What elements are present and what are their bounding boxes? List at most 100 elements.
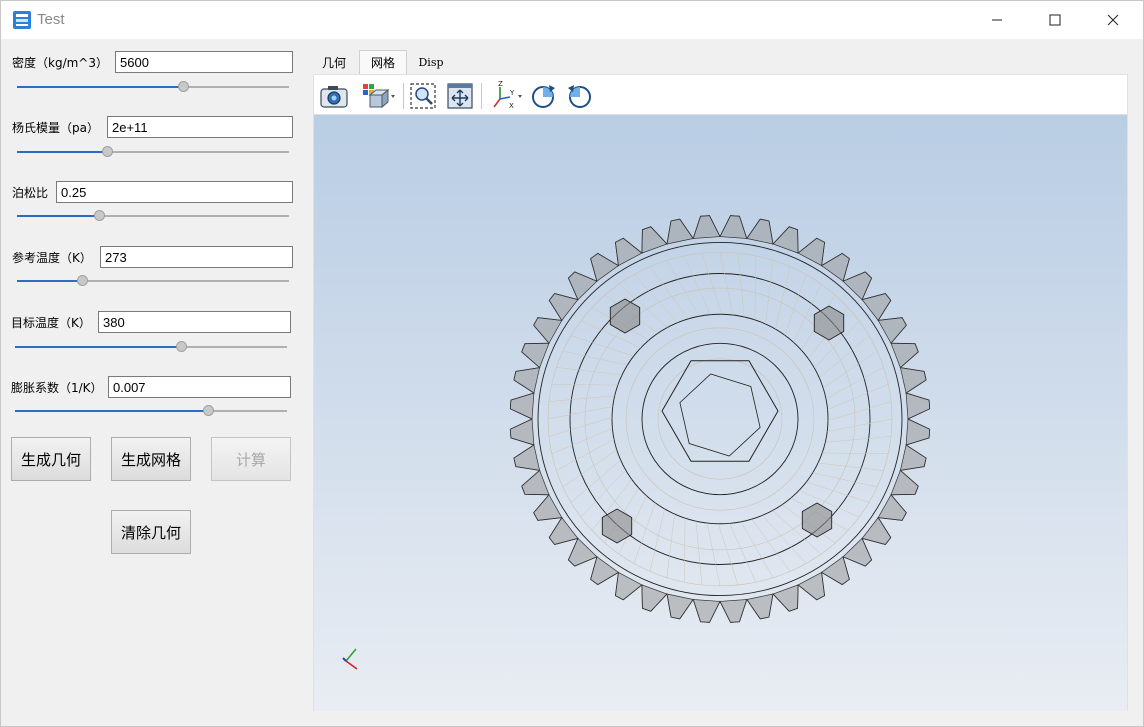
mesh-edge <box>683 518 686 583</box>
maximize-button[interactable] <box>1026 1 1084 39</box>
mesh-edge <box>806 481 870 503</box>
mesh-edge <box>556 438 615 471</box>
bolt-hole <box>813 305 845 341</box>
toolbar-separator <box>481 83 482 109</box>
mesh-edge <box>825 367 884 400</box>
tab-geometry[interactable]: 几何 <box>313 50 355 74</box>
slider-thumb[interactable] <box>203 405 215 416</box>
expansion-coefficient-slider[interactable] <box>15 404 287 418</box>
app-window: Test 密度（kg/m^3） 杨氏模量（pa） 泊松比 参考温度（K） <box>0 0 1144 727</box>
view-cube-button[interactable] <box>360 81 398 111</box>
mesh-edge <box>751 518 791 572</box>
reference-temperature-slider[interactable] <box>17 274 289 288</box>
rotate-ccw-button[interactable] <box>565 81 595 111</box>
mesh-edge <box>817 462 884 471</box>
mesh-edge <box>827 401 892 421</box>
center-bore-inner <box>679 373 761 457</box>
view-cube-icon <box>363 84 395 109</box>
mesh-edge <box>548 395 615 402</box>
axes-orientation-button[interactable]: Z Y X <box>489 81 525 111</box>
clear-geometry-button[interactable]: 清除几何 <box>111 510 191 554</box>
mesh-edge <box>825 436 892 443</box>
slider-thumb[interactable] <box>77 275 89 286</box>
center-bore <box>661 360 779 462</box>
expansion-coefficient-input[interactable] <box>108 376 291 398</box>
mesh-edge <box>548 417 613 437</box>
density-input[interactable] <box>115 51 293 73</box>
target-temperature-input[interactable] <box>98 311 291 333</box>
bolt-hole <box>609 298 641 334</box>
mesh-edge <box>666 513 675 578</box>
fit-all-icon <box>447 83 473 109</box>
minimize-icon <box>992 19 1002 21</box>
minimize-button[interactable] <box>968 1 1026 39</box>
gear-ring <box>611 313 829 525</box>
slider-thumb[interactable] <box>93 210 105 221</box>
rotate-cw-button[interactable] <box>528 81 558 111</box>
mesh-edge <box>784 274 807 336</box>
zoom-box-button[interactable] <box>408 81 438 111</box>
slider-thumb[interactable] <box>101 146 113 157</box>
compute-button[interactable]: 计算 <box>211 437 291 481</box>
target-temperature-label: 目标温度（K） <box>11 316 91 330</box>
mesh-edge <box>551 384 618 386</box>
mesh-edge <box>551 428 613 454</box>
gear-ring <box>537 242 903 596</box>
gear-ring <box>625 327 815 511</box>
rotate-ccw-icon <box>568 85 591 108</box>
youngs-modulus-input[interactable] <box>107 116 293 138</box>
reference-temperature-label: 参考温度（K） <box>12 251 92 265</box>
tab-disp[interactable]: Disp <box>411 50 451 74</box>
mesh-edge <box>695 521 703 585</box>
density-slider[interactable] <box>17 80 289 94</box>
mesh-edge <box>827 418 893 432</box>
gear-ring <box>547 251 893 587</box>
mesh-edge <box>649 266 689 320</box>
youngs-modulus-slider[interactable] <box>17 145 289 159</box>
mesh-edge <box>683 255 711 315</box>
poisson-ratio-slider[interactable] <box>17 209 289 223</box>
gear-tooth <box>567 271 598 301</box>
mesh-edge <box>729 523 757 583</box>
expansion-coefficient-label: 膨胀系数（1/K） <box>11 381 103 395</box>
axes-orientation-icon: Z Y X <box>493 81 522 110</box>
gear-tooth <box>567 537 598 567</box>
close-button[interactable] <box>1084 1 1142 39</box>
screenshot-button[interactable] <box>318 81 350 111</box>
title-bar[interactable]: Test <box>1 1 1143 39</box>
rotate-cw-icon <box>532 85 555 108</box>
tab-mesh[interactable]: 网格 <box>359 50 407 74</box>
mesh-edge <box>765 260 774 325</box>
mesh-edge <box>562 350 628 366</box>
mesh-edge <box>823 350 878 389</box>
mesh-edge <box>737 253 745 317</box>
mesh-edge <box>547 406 613 420</box>
svg-text:X: X <box>509 102 514 110</box>
fit-all-button[interactable] <box>445 81 475 111</box>
slider-thumb[interactable] <box>177 81 189 92</box>
close-icon <box>1107 14 1119 26</box>
zoom-box-icon <box>410 83 436 109</box>
mesh-edge <box>562 449 617 488</box>
generate-mesh-button[interactable]: 生成网格 <box>111 437 191 481</box>
mesh-viewport[interactable] <box>313 115 1128 711</box>
target-temperature-slider[interactable] <box>15 340 287 354</box>
density-label: 密度（kg/m^3） <box>12 56 108 70</box>
gear-ring <box>641 342 799 496</box>
bolt-hole <box>801 502 833 538</box>
mesh-edge <box>701 253 722 315</box>
axes-triad-icon <box>342 648 358 670</box>
generate-geometry-button[interactable]: 生成几何 <box>11 437 91 481</box>
slider-thumb[interactable] <box>175 341 187 352</box>
gear-tooth <box>842 271 873 301</box>
mesh-edge <box>775 266 791 330</box>
gear-mesh-model <box>342 215 931 670</box>
reference-temperature-input[interactable] <box>100 246 293 268</box>
poisson-ratio-input[interactable] <box>56 181 293 203</box>
svg-text:Z: Z <box>498 81 503 88</box>
viewer-toolbar: Z Y X <box>313 74 1128 115</box>
gear-tooth <box>842 537 873 567</box>
mesh-edge <box>570 335 634 357</box>
mesh-edge <box>822 452 889 454</box>
toolbar-separator <box>403 83 404 109</box>
